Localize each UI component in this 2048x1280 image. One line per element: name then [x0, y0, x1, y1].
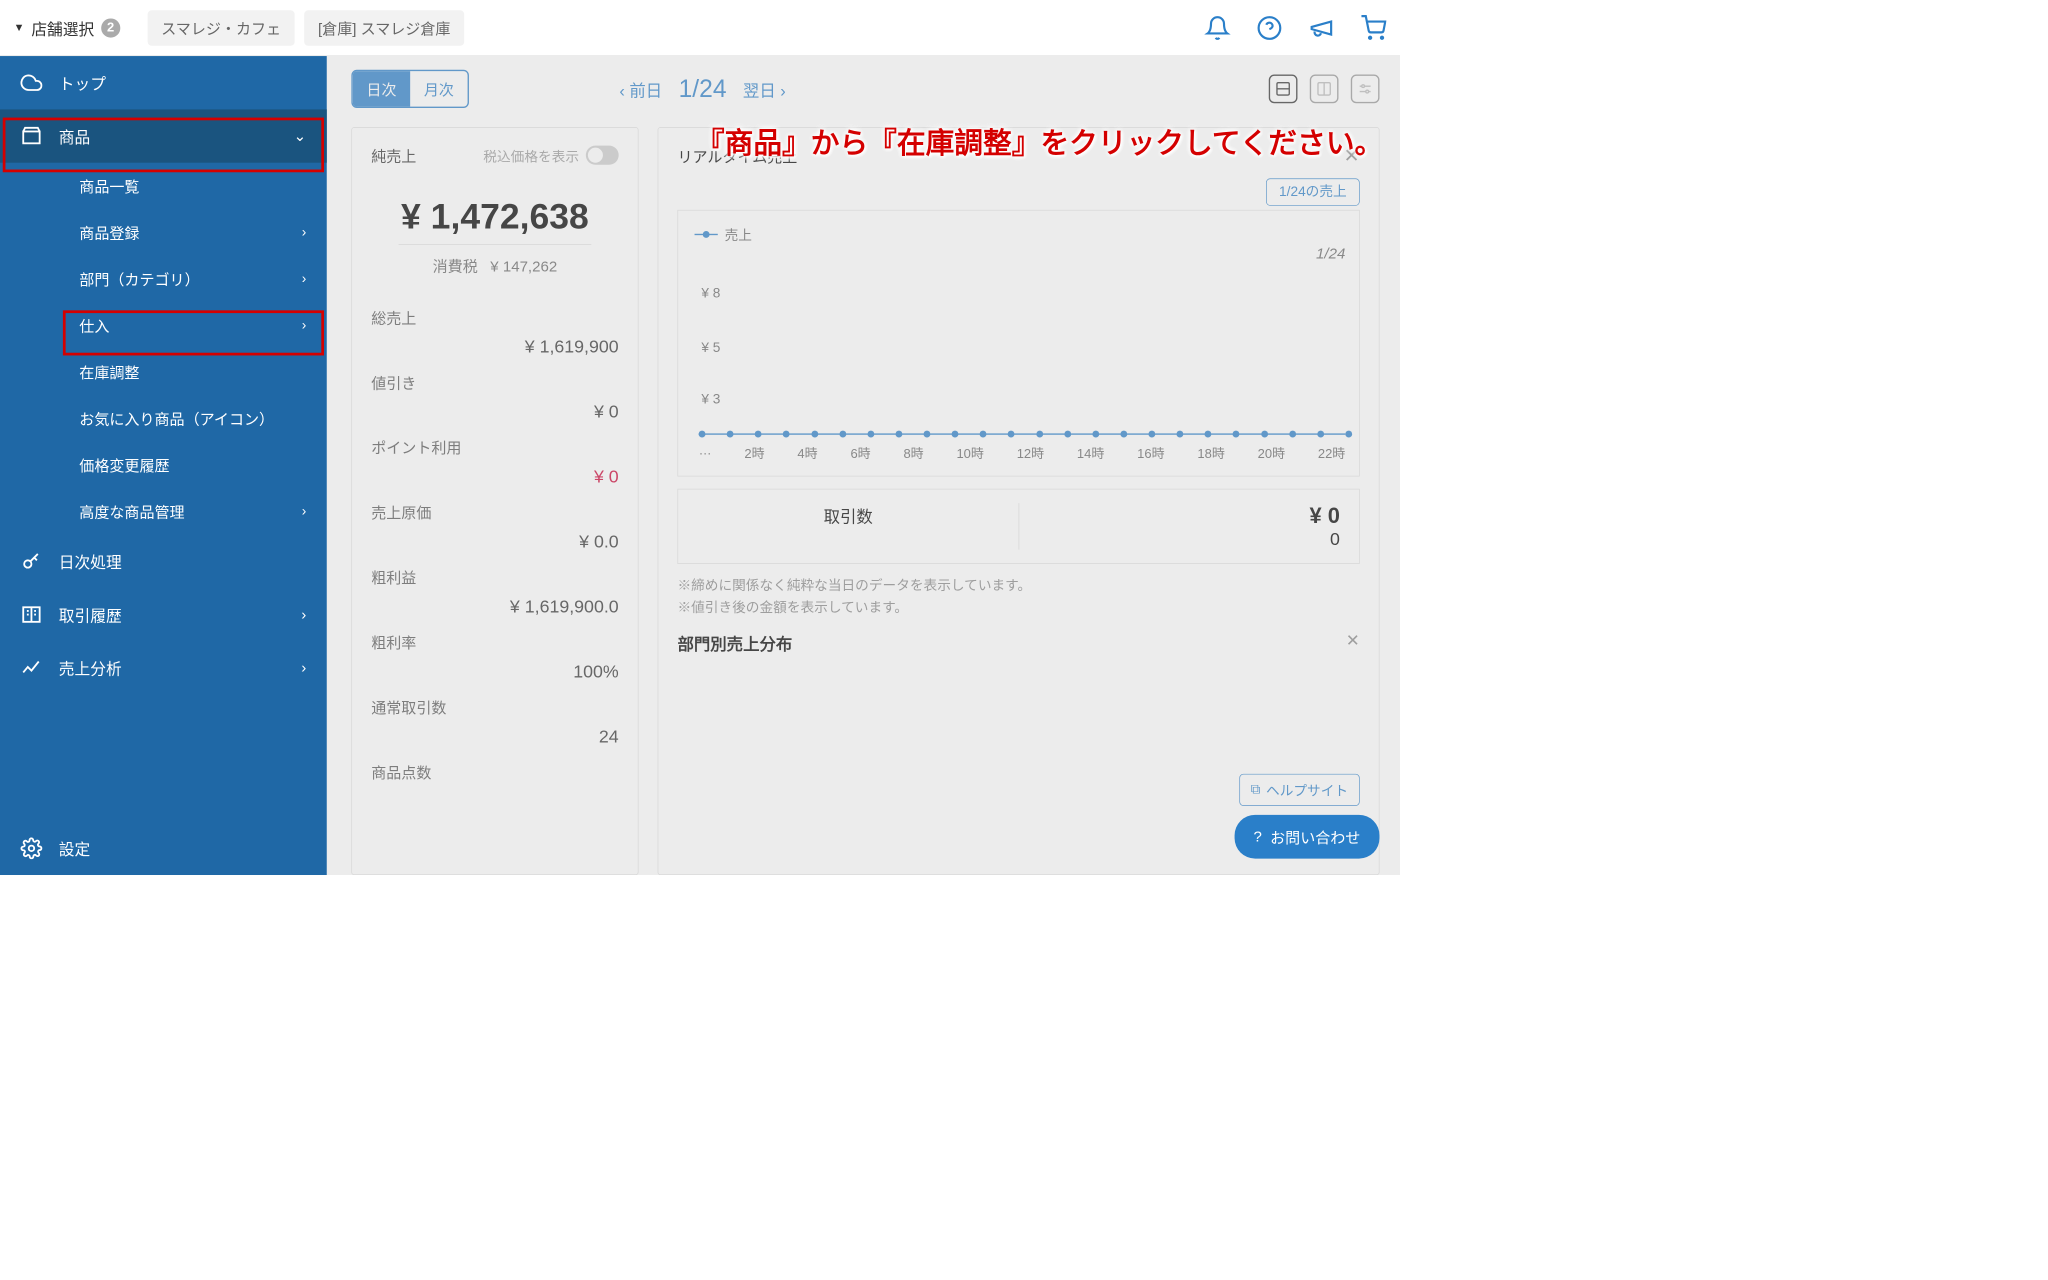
- notes: ※締めに関係なく純粋な当日のデータを表示しています。 ※値引き後の金額を表示して…: [677, 575, 1359, 619]
- store-tab-warehouse[interactable]: [倉庫] スマレジ倉庫: [304, 10, 464, 46]
- nav-analysis[interactable]: 売上分析 ›: [0, 641, 327, 694]
- topbar-actions: [1205, 15, 1387, 41]
- help-icon: ?: [1254, 828, 1262, 846]
- main-header: 日次 月次 ‹ 前日 1/24 翌日 ›: [351, 70, 1379, 108]
- main: 『商品』から『在庫調整』をクリックしてください。 日次 月次 ‹ 前日 1/24…: [327, 56, 1400, 875]
- y-tick: ¥ 8: [701, 286, 720, 302]
- sub-category[interactable]: 部門（カテゴリ）›: [0, 256, 327, 302]
- chevron-right-icon: ›: [302, 503, 307, 519]
- nav-daily-label: 日次処理: [59, 550, 122, 573]
- sub-stock-adjust[interactable]: 在庫調整: [0, 349, 327, 395]
- key-icon: [21, 550, 43, 572]
- chevron-right-icon: ›: [301, 659, 306, 677]
- chevron-right-icon: ›: [302, 318, 307, 334]
- chart-period: 1/24: [1316, 245, 1345, 263]
- net-sales-title: 純売上: [371, 144, 416, 166]
- y-tick: ¥ 3: [701, 392, 720, 408]
- chevron-right-icon: ›: [302, 271, 307, 287]
- dept-section-header: 部門別売上分布 ✕: [677, 631, 1359, 655]
- topbar: ▼ 店舗選択 2 スマレジ・カフェ [倉庫] スマレジ倉庫: [0, 0, 1400, 56]
- stat-row: 総売上¥ 1,619,900: [371, 306, 618, 357]
- store-count-badge: 2: [101, 18, 120, 37]
- gear-icon: [21, 837, 43, 859]
- chevron-right-icon: ›: [301, 606, 306, 624]
- nav-analysis-label: 売上分析: [59, 656, 122, 679]
- view-split-v-icon[interactable]: [1310, 75, 1339, 104]
- view-split-h-icon[interactable]: [1269, 75, 1298, 104]
- stat-row: 粗利率100%: [371, 631, 618, 682]
- store-tab-cafe[interactable]: スマレジ・カフェ: [148, 10, 295, 46]
- nav-product-label: 商品: [59, 124, 90, 147]
- stat-row: 通常取引数24: [371, 696, 618, 747]
- tax-toggle[interactable]: 税込価格を表示: [483, 145, 618, 165]
- store-select-label: 店舗選択: [31, 16, 94, 39]
- next-day[interactable]: 翌日 ›: [743, 77, 786, 101]
- box-icon: [21, 125, 43, 147]
- stat-row: ポイント利用¥ 0: [371, 436, 618, 487]
- nav-product[interactable]: 商品 ⌄: [0, 109, 327, 162]
- period-segment: 日次 月次: [351, 70, 469, 108]
- nav-trans-label: 取引履歴: [59, 603, 122, 626]
- nav-top-label: トップ: [59, 71, 106, 94]
- chevron-down-icon: ⌄: [294, 127, 307, 145]
- toggle-switch-icon: [586, 146, 619, 165]
- stat-row: 商品点数: [371, 761, 618, 783]
- seg-daily[interactable]: 日次: [353, 71, 410, 107]
- sub-product-list[interactable]: 商品一覧: [0, 163, 327, 209]
- store-tabs: スマレジ・カフェ [倉庫] スマレジ倉庫: [148, 10, 465, 46]
- nav-settings-label: 設定: [59, 837, 90, 860]
- seg-monthly[interactable]: 月次: [410, 71, 467, 107]
- nav-trans[interactable]: 取引履歴 ›: [0, 588, 327, 641]
- stat-row: 売上原価¥ 0.0: [371, 501, 618, 552]
- cart-icon[interactable]: [1360, 15, 1386, 41]
- view-settings-icon[interactable]: [1351, 75, 1380, 104]
- stat-row: 値引き¥ 0: [371, 371, 618, 422]
- nav-daily[interactable]: 日次処理: [0, 535, 327, 588]
- date-nav: ‹ 前日 1/24 翌日 ›: [619, 75, 785, 104]
- view-mode-icons: [1269, 75, 1380, 104]
- net-amount: ¥ 1,472,638: [371, 196, 618, 237]
- sidebar: トップ 商品 ⌄ 商品一覧 商品登録› 部門（カテゴリ）› 仕入› 在庫調整 お…: [0, 56, 327, 875]
- cloud-icon: [21, 72, 43, 94]
- y-tick: ¥ 5: [701, 340, 720, 356]
- external-link-icon: ⧉: [1251, 782, 1261, 798]
- sub-advanced[interactable]: 高度な商品管理›: [0, 488, 327, 534]
- sub-product-register[interactable]: 商品登録›: [0, 209, 327, 255]
- realtime-amount: ¥ 0: [1038, 503, 1340, 528]
- chart-legend: 売上: [695, 224, 1343, 244]
- chevron-right-icon: ›: [302, 225, 307, 241]
- realtime-card: リアルタイム売上 ✕ 1/24の売上 売上 1/24 ¥ 8: [658, 127, 1380, 875]
- sub-price-history[interactable]: 価格変更履歴: [0, 442, 327, 488]
- stat-row: 粗利益¥ 1,619,900.0: [371, 566, 618, 617]
- realtime-chart: 売上 1/24 ¥ 8 ¥ 5 ¥ 3 …2時4時6時8時10時12時14時16…: [677, 210, 1359, 477]
- x-axis: …2時4時6時8時10時12時14時16時18時20時22時: [699, 444, 1346, 462]
- help-icon[interactable]: [1256, 15, 1282, 41]
- tax-row: 消費税 ¥ 147,262: [399, 244, 592, 276]
- sub-purchase[interactable]: 仕入›: [0, 302, 327, 348]
- nav-top[interactable]: トップ: [0, 56, 327, 109]
- chart-line: [699, 433, 1346, 434]
- store-select[interactable]: ▼ 店舗選択 2: [14, 16, 121, 39]
- caret-down-icon: ▼: [14, 22, 25, 34]
- book-icon: [21, 604, 43, 626]
- current-date[interactable]: 1/24: [679, 75, 727, 104]
- prev-day[interactable]: ‹ 前日: [619, 77, 662, 101]
- close-icon[interactable]: ✕: [1346, 631, 1360, 655]
- trans-count: 0: [1038, 528, 1340, 549]
- annotation-text: 『商品』から『在庫調整』をクリックしてください。: [696, 120, 1383, 162]
- announce-icon[interactable]: [1308, 15, 1334, 41]
- help-site-link[interactable]: ⧉ ヘルプサイト: [1239, 774, 1360, 806]
- bell-icon[interactable]: [1205, 15, 1231, 41]
- trans-count-label: 取引数: [697, 503, 999, 527]
- summary-box: 取引数 ¥ 0 0: [677, 489, 1359, 564]
- legend-marker-icon: [695, 233, 718, 234]
- date-sales-button[interactable]: 1/24の売上: [1266, 178, 1360, 205]
- contact-button[interactable]: ? お問い合わせ: [1234, 815, 1379, 859]
- nav-settings[interactable]: 設定: [0, 822, 327, 875]
- chart-icon: [21, 657, 43, 679]
- net-sales-card: 純売上 税込価格を表示 ¥ 1,472,638 消費税 ¥ 147,262 総売…: [351, 127, 638, 875]
- sub-favorite[interactable]: お気に入り商品（アイコン）: [0, 395, 327, 441]
